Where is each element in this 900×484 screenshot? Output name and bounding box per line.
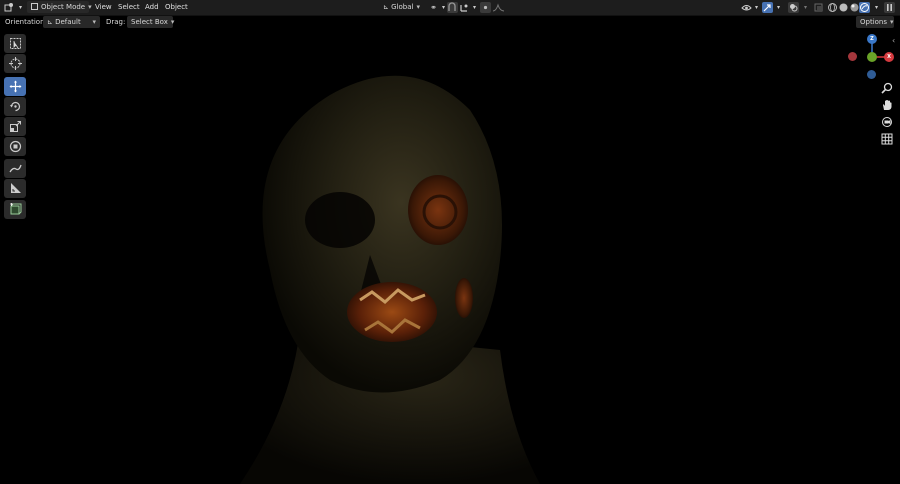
gizmo-z-axis[interactable]: Z	[867, 34, 877, 44]
gizmo-x-axis[interactable]: X	[884, 52, 894, 62]
right-eye	[408, 175, 468, 245]
orientation-icon: ⊾	[47, 18, 53, 26]
transform-icon	[9, 140, 21, 153]
move-tool[interactable]	[4, 77, 26, 96]
falloff-icon[interactable]	[492, 2, 508, 13]
menu-add[interactable]: Add	[145, 2, 159, 13]
visibility-chevron-icon[interactable]: ▾	[751, 2, 762, 13]
drag-dropdown[interactable]: Select Box ▾	[127, 16, 175, 28]
move-icon	[9, 80, 21, 93]
camera-view-icon[interactable]	[880, 115, 894, 129]
proportional-edit-icon[interactable]	[480, 2, 491, 13]
left-eye-socket	[305, 192, 375, 248]
drag-value: Select Box	[131, 18, 168, 26]
menu-select[interactable]: Select	[118, 2, 140, 13]
gizmo-neg-x-axis[interactable]	[848, 52, 857, 61]
perspective-grid-icon[interactable]	[880, 132, 894, 146]
solid-shading-icon[interactable]	[838, 2, 849, 13]
chevron-down-icon: ▾	[170, 18, 175, 26]
options-dropdown[interactable]: Options ▾	[856, 16, 894, 28]
gizmo-toggle-icon[interactable]	[762, 2, 773, 13]
chevron-down-icon: ▾	[890, 18, 894, 26]
rendered-shading-icon[interactable]	[859, 2, 870, 13]
gizmo-z-label: Z	[870, 36, 874, 42]
mode-icon	[31, 3, 38, 10]
transform-tool[interactable]	[4, 137, 26, 156]
snap-toggle-icon[interactable]	[447, 2, 458, 13]
transform-orientation-dropdown[interactable]: ⊾ Global ▾	[379, 1, 425, 13]
snap-chevron-icon[interactable]: ▾	[469, 2, 480, 13]
chevron-down-icon: ▾	[416, 3, 420, 11]
add-cube-icon	[9, 203, 21, 215]
gizmo-neg-z-axis[interactable]	[867, 70, 876, 79]
editor-type-chevron-icon[interactable]: ▾	[15, 2, 26, 13]
options-label: Options	[860, 18, 888, 26]
overlays-toggle-icon[interactable]	[788, 2, 799, 13]
chevron-down-icon: ▾	[88, 3, 92, 11]
drag-label: Drag:	[106, 18, 126, 26]
select-box-tool[interactable]	[4, 34, 26, 53]
select-box-icon	[9, 38, 21, 49]
annotate-icon	[8, 164, 22, 173]
viewport-header: ▾ Object Mode ▾ View Select Add Object ⊾ …	[0, 0, 900, 16]
measure-icon	[10, 183, 21, 193]
shading-chevron-icon[interactable]: ▾	[871, 2, 882, 13]
scale-tool[interactable]	[4, 117, 26, 136]
cursor-icon	[8, 57, 22, 70]
overlays-chevron-icon[interactable]: ▾	[800, 2, 811, 13]
pan-hand-icon[interactable]	[880, 98, 894, 112]
collapse-region-icon[interactable]: ‹	[892, 36, 895, 45]
annotate-tool[interactable]	[4, 159, 26, 178]
orientation-label: Orientation:	[5, 18, 47, 26]
transform-orientation-label: Global	[391, 3, 414, 11]
gizmo-chevron-icon[interactable]: ▾	[773, 2, 784, 13]
add-cube-tool[interactable]	[4, 200, 26, 219]
mode-dropdown[interactable]: Object Mode ▾	[27, 1, 92, 13]
orientation-dropdown[interactable]: ⊾ Default ▾	[43, 16, 100, 28]
tool-settings-bar: Orientation: ⊾ Default ▾ Drag: Select Box…	[0, 15, 900, 29]
head-shape	[262, 75, 502, 393]
rotate-icon	[9, 101, 20, 112]
wireframe-shading-icon[interactable]	[827, 2, 838, 13]
chevron-down-icon: ▾	[92, 18, 96, 26]
xray-toggle-icon[interactable]	[813, 2, 824, 13]
zoom-icon[interactable]	[880, 81, 894, 95]
measure-tool[interactable]	[4, 179, 26, 198]
editor-type-icon[interactable]	[4, 2, 15, 13]
navigation-gizmo[interactable]: Z X	[846, 33, 896, 81]
cheek-wound	[455, 278, 473, 318]
gizmo-y-axis[interactable]	[867, 52, 877, 62]
gizmo-x-label: X	[887, 54, 891, 60]
cursor-tool[interactable]	[4, 54, 26, 73]
menu-object[interactable]: Object	[165, 2, 188, 13]
rotate-tool[interactable]	[4, 97, 26, 116]
mode-label: Object Mode	[41, 3, 86, 11]
sidebar-toggle-icon[interactable]	[884, 2, 895, 13]
orientation-axes-icon: ⊾	[383, 3, 389, 11]
menu-view[interactable]: View	[95, 2, 112, 13]
orientation-value: Default	[55, 18, 81, 26]
viewport-render[interactable]	[0, 30, 900, 484]
scale-icon	[9, 121, 21, 132]
